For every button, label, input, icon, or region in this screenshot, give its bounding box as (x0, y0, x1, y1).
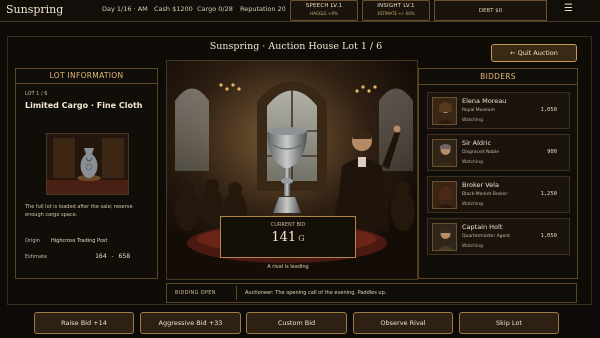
bidder-name: Sir Aldric (462, 139, 492, 147)
bidder-card[interactable]: Elena Moreau Royal Museum Watching 1,050 (427, 92, 570, 129)
lot-information-panel: LOT INFORMATION LOT 1 / 6 Limited Cargo … (15, 68, 158, 279)
estimate-value: 164 - 658 (95, 252, 131, 260)
lot-description: The full lot is loaded after the sale; r… (25, 204, 133, 218)
insight-skill-box[interactable]: INSIGHT LV.1 ESTIMATE +/- 60% (362, 0, 430, 21)
bidder-role: Black-Market Broker (462, 192, 508, 197)
bidder-status: Watching (462, 118, 483, 123)
bidder-status: Watching (462, 202, 483, 207)
app-title: Sunspring (6, 3, 64, 16)
bidders-panel: BIDDERS Elena Moreau Royal Museum Watchi… (418, 68, 578, 279)
lot-name: Limited Cargo · Fine Cloth (25, 101, 143, 110)
bidder-role: Quartermaster Agent (462, 234, 510, 239)
bidder-name: Elena Moreau (462, 97, 507, 105)
bidder-avatar (432, 139, 457, 167)
cash-indicator: Cash $1200 (154, 5, 193, 13)
insight-skill-sub: ESTIMATE +/- 60% (377, 11, 415, 16)
lot-item-image (46, 133, 129, 195)
day-indicator: Day 1/16 · AM (102, 5, 148, 13)
aggressive-bid-button[interactable]: Aggressive Bid +33 (140, 312, 241, 334)
origin-value: Highcross Trading Post (51, 238, 108, 244)
current-bid-box: CURRENT BID 141 G (220, 216, 356, 258)
top-status-bar: Sunspring Day 1/16 · AM Cash $1200 Cargo… (0, 0, 600, 22)
bidder-status: Watching (462, 160, 483, 165)
lot-panel-header: LOT INFORMATION (16, 69, 157, 84)
bidder-name: Broker Vela (462, 181, 499, 189)
bidder-card[interactable]: Broker Vela Black-Market Broker Watching… (427, 176, 570, 213)
estimate-label: Estimate (25, 254, 48, 260)
hamburger-menu-icon[interactable]: ☰ (564, 4, 573, 14)
speech-skill-title: SPEECH LV.1 (305, 3, 343, 9)
bidders-header: BIDDERS (419, 69, 577, 85)
bidder-role: Royal Museum (462, 108, 495, 113)
bidder-bid: 900 (547, 149, 557, 155)
bidder-card[interactable]: Captain Holt Quartermaster Agent Watchin… (427, 218, 570, 255)
bidder-name: Captain Holt (462, 223, 503, 231)
skip-lot-button[interactable]: Skip Lot (459, 312, 559, 334)
debt-indicator: DEBT $0 (434, 0, 547, 21)
bidder-bid: 1,250 (540, 191, 557, 197)
raise-bid-button[interactable]: Raise Bid +14 (34, 312, 134, 334)
page-title: Sunspring · Auction House Lot 1 / 6 (209, 41, 383, 52)
bidder-status: Watching (462, 244, 483, 249)
bidder-bid: 1,050 (540, 107, 557, 113)
current-bid-caption: CURRENT BID (270, 222, 306, 228)
log-message: Auctioneer: The opening call of the even… (245, 290, 387, 296)
rival-status: A rival is leading (267, 264, 309, 270)
current-bid-amount: 141 G (221, 230, 355, 245)
bid-amount-value: 141 (271, 230, 297, 245)
custom-bid-button[interactable]: Custom Bid (246, 312, 347, 334)
insight-skill-title: INSIGHT LV.1 (377, 3, 415, 9)
speech-skill-box[interactable]: SPEECH LV.1 HAGGLE +9% (290, 0, 358, 21)
bid-currency: G (298, 234, 305, 243)
cargo-indicator: Cargo 0/28 (197, 5, 233, 13)
bidder-role: Disgraced Noble (462, 150, 500, 155)
bidder-avatar (432, 181, 457, 209)
origin-label: Origin (25, 238, 41, 244)
observe-rival-button[interactable]: Observe Rival (353, 312, 453, 334)
bidder-bid: 1,050 (540, 233, 557, 239)
auction-log-bar: BIDDING OPEN Auctioneer: The opening cal… (166, 283, 577, 303)
log-divider (236, 286, 237, 300)
speech-skill-sub: HAGGLE +9% (310, 11, 338, 16)
quit-auction-button[interactable]: ← Quit Auction (491, 44, 577, 62)
reputation-indicator: Reputation 20 (240, 5, 286, 13)
bidder-avatar (432, 223, 457, 251)
bidder-avatar (432, 97, 457, 125)
log-tag: BIDDING OPEN (175, 290, 216, 296)
lot-number: LOT 1 / 6 (25, 91, 48, 97)
bidder-card[interactable]: Sir Aldric Disgraced Noble Watching 900 (427, 134, 570, 171)
